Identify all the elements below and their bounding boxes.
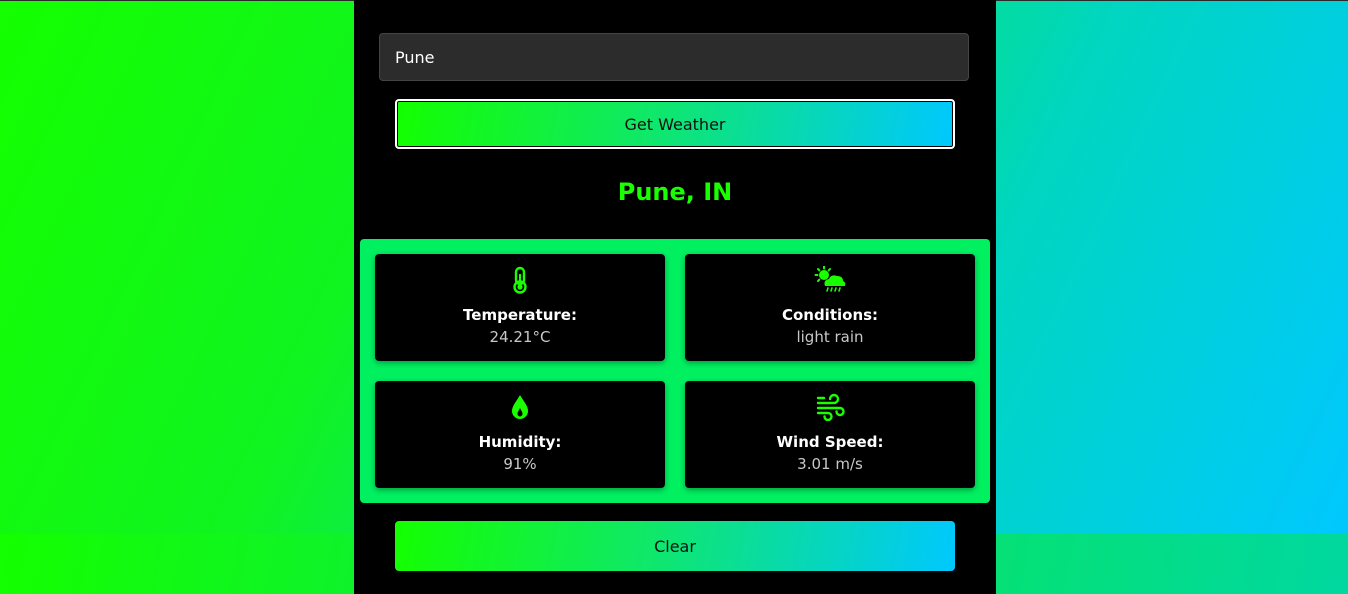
wind-speed-value: 3.01 m/s	[797, 455, 863, 473]
temperature-card: Temperature: 24.21°C	[375, 254, 665, 361]
droplet-icon	[375, 393, 665, 421]
humidity-card: Humidity: 91%	[375, 381, 665, 488]
weather-panel: Get Weather Pune, IN Temperature: 24.21°…	[354, 0, 996, 594]
humidity-value: 91%	[503, 455, 537, 473]
conditions-value: light rain	[796, 328, 864, 346]
wind-speed-label: Wind Speed:	[776, 433, 884, 451]
location-title: Pune, IN	[617, 178, 733, 206]
wind-speed-card: Wind Speed: 3.01 m/s	[685, 381, 975, 488]
city-search-input[interactable]	[379, 33, 969, 81]
thermometer-icon	[375, 266, 665, 294]
temperature-value: 24.21°C	[489, 328, 551, 346]
clear-button[interactable]: Clear	[395, 521, 955, 571]
sun-cloud-rain-icon	[685, 266, 975, 294]
humidity-label: Humidity:	[478, 433, 562, 451]
weather-details-grid: Temperature: 24.21°C Conditions: light r…	[360, 239, 990, 503]
temperature-label: Temperature:	[463, 306, 577, 324]
conditions-card: Conditions: light rain	[685, 254, 975, 361]
wind-icon	[685, 393, 975, 421]
conditions-label: Conditions:	[781, 306, 879, 324]
get-weather-button[interactable]: Get Weather	[395, 99, 955, 149]
